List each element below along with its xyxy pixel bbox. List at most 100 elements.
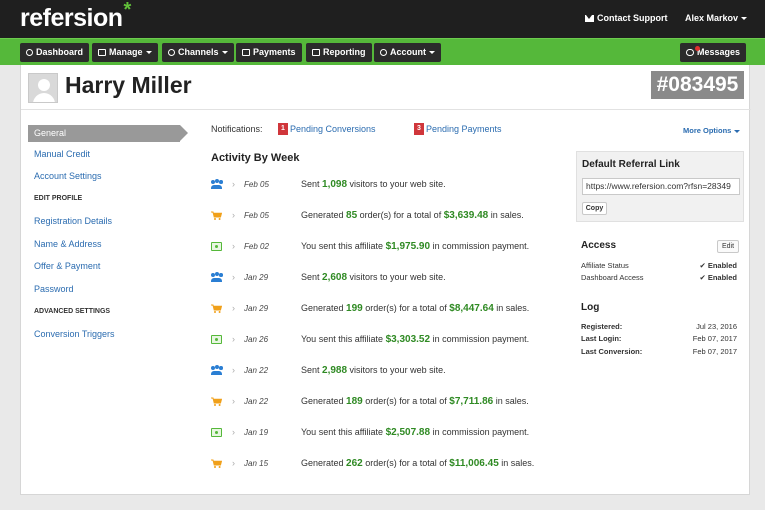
dashboard-access-label: Dashboard Access <box>581 273 644 282</box>
activity-date: Jan 22 <box>244 366 269 375</box>
chat-icon <box>686 49 694 56</box>
activity-date: Jan 19 <box>244 428 269 437</box>
nav-account[interactable]: Account <box>374 43 441 62</box>
nav-label: Dashboard <box>36 47 84 57</box>
activity-date: Jan 29 <box>244 273 269 282</box>
activity-row: › Jan 29 Generated 199 order(s) for a tota… <box>208 301 578 317</box>
last-login-value: Feb 07, 2017 <box>692 334 737 343</box>
activity-value: 85 <box>346 210 358 221</box>
nav-payments[interactable]: Payments <box>236 43 302 62</box>
activity-row: › Jan 29 Sent 2,608 visitors to your web s… <box>208 270 578 286</box>
user-name: Alex Markov <box>685 13 739 23</box>
main-nav: Dashboard Manage Channels Payments Repor… <box>0 38 765 65</box>
sidebar-heading-edit-profile: EDIT PROFILE <box>34 195 83 202</box>
dashboard-icon <box>26 49 33 56</box>
copy-button[interactable]: Copy <box>582 202 607 215</box>
activity-value: $1,975.90 <box>385 241 431 252</box>
avatar-head <box>38 79 50 91</box>
pending-payments-count: 3 <box>414 123 424 135</box>
activity-row: › Feb 02 You sent this affiliate $1,975.90… <box>208 239 578 255</box>
more-options-label: More Options <box>683 126 732 135</box>
chevron-right-icon: › <box>232 458 235 468</box>
pending-conversions-link[interactable]: Pending Conversions <box>290 124 376 134</box>
check-icon: ✔ <box>699 273 706 282</box>
activity-row: › Jan 22 Sent 2,988 visitors to your web s… <box>208 363 578 379</box>
pending-payments-link[interactable]: Pending Payments <box>426 124 502 134</box>
activity-text: Generated 85 order(s) for a total of $3,… <box>301 210 524 221</box>
cart-icon <box>211 304 223 313</box>
activity-value: $3,303.52 <box>385 334 431 345</box>
cart-icon <box>211 397 223 406</box>
sidebar-item-manual-credit[interactable]: Manual Credit <box>34 149 90 159</box>
activity-text: Sent 2,988 visitors to your web site. <box>301 365 446 376</box>
contact-support-link[interactable]: Contact Support <box>585 13 668 23</box>
chevron-right-icon: › <box>232 241 235 251</box>
nav-label: Reporting <box>323 47 366 57</box>
activity-text: You sent this affiliate $2,507.88 in com… <box>301 427 530 438</box>
access-title: Access <box>581 240 617 251</box>
activity-text: You sent this affiliate $3,303.52 in com… <box>301 334 530 345</box>
nav-channels[interactable]: Channels <box>162 43 234 62</box>
users-icon <box>211 179 223 189</box>
sidebar-item-account-settings[interactable]: Account Settings <box>34 171 102 181</box>
notification-dot <box>695 46 700 51</box>
activity-date: Jan 22 <box>244 397 269 406</box>
sidebar-item-name-address[interactable]: Name & Address <box>34 239 102 249</box>
nav-manage[interactable]: Manage <box>92 43 158 62</box>
users-icon <box>211 365 223 375</box>
chevron-down-icon <box>145 51 152 55</box>
cart-icon <box>211 211 223 220</box>
chevron-right-icon: › <box>232 427 235 437</box>
activity-row: › Feb 05 Sent 1,098 visitors to your web s… <box>208 177 578 193</box>
nav-label: Channels <box>178 47 219 57</box>
nav-dashboard[interactable]: Dashboard <box>20 43 90 62</box>
pending-conversions-count: 1 <box>278 123 288 135</box>
nav-reporting[interactable]: Reporting <box>306 43 372 62</box>
dashboard-access-value: ✔ Enabled <box>700 273 737 282</box>
chevron-right-icon: › <box>232 303 235 313</box>
money-icon <box>242 49 250 56</box>
chevron-down-icon <box>221 51 228 55</box>
cart-icon <box>211 459 223 468</box>
sidebar-item-conversion-triggers[interactable]: Conversion Triggers <box>34 329 115 339</box>
nav-label: Payments <box>253 47 296 57</box>
money-icon <box>211 428 222 437</box>
activity-date: Jan 15 <box>244 459 269 468</box>
refersion-logo[interactable]: refersion* <box>20 0 131 33</box>
edit-icon <box>98 49 106 56</box>
referral-link-title: Default Referral Link <box>582 159 680 170</box>
activity-value: $2,507.88 <box>385 427 431 438</box>
edit-access-button[interactable]: Edit <box>717 240 739 253</box>
activity-amount: $8,447.64 <box>449 303 494 314</box>
activity-value: 189 <box>346 396 363 407</box>
activity-text: Sent 2,608 visitors to your web site. <box>301 272 446 283</box>
activity-date: Jan 26 <box>244 335 269 344</box>
activity-amount: $11,006.45 <box>449 458 499 469</box>
contact-support-label: Contact Support <box>597 13 668 23</box>
avatar-body <box>33 93 55 102</box>
last-login-label: Last Login: <box>581 334 622 343</box>
sidebar-item-general[interactable]: General <box>28 125 188 142</box>
last-conversion-value: Feb 07, 2017 <box>692 347 737 356</box>
messages-button[interactable]: Messages <box>680 43 747 62</box>
activity-amount: $3,639.48 <box>443 210 489 221</box>
user-menu[interactable]: Alex Markov <box>685 13 748 23</box>
top-bar: refersion* Contact Support Alex Markov <box>0 0 765 38</box>
affiliate-status-value: ✔ Enabled <box>700 261 737 270</box>
more-options-dropdown[interactable]: More Options <box>683 126 741 135</box>
sidebar-item-password[interactable]: Password <box>34 284 74 294</box>
chevron-right-icon: › <box>232 396 235 406</box>
activity-value: 1,098 <box>322 179 348 190</box>
activity-value: 262 <box>346 458 363 469</box>
activity-row: › Jan 22 Generated 189 order(s) for a tota… <box>208 394 578 410</box>
activity-date: Feb 05 <box>244 180 269 189</box>
affiliate-status-text: Enabled <box>707 261 737 270</box>
chevron-right-icon: › <box>232 179 235 189</box>
sidebar-item-registration-details[interactable]: Registration Details <box>34 216 112 226</box>
activity-text: Generated 189 order(s) for a total of $7… <box>301 396 529 407</box>
header-divider <box>21 109 751 110</box>
chevron-down-icon <box>741 17 748 21</box>
referral-url-field[interactable]: https://www.refersion.com?rfsn=28349 <box>582 178 740 195</box>
sidebar-item-offer-payment[interactable]: Offer & Payment <box>34 261 100 271</box>
dashboard-access-text: Enabled <box>707 273 737 282</box>
